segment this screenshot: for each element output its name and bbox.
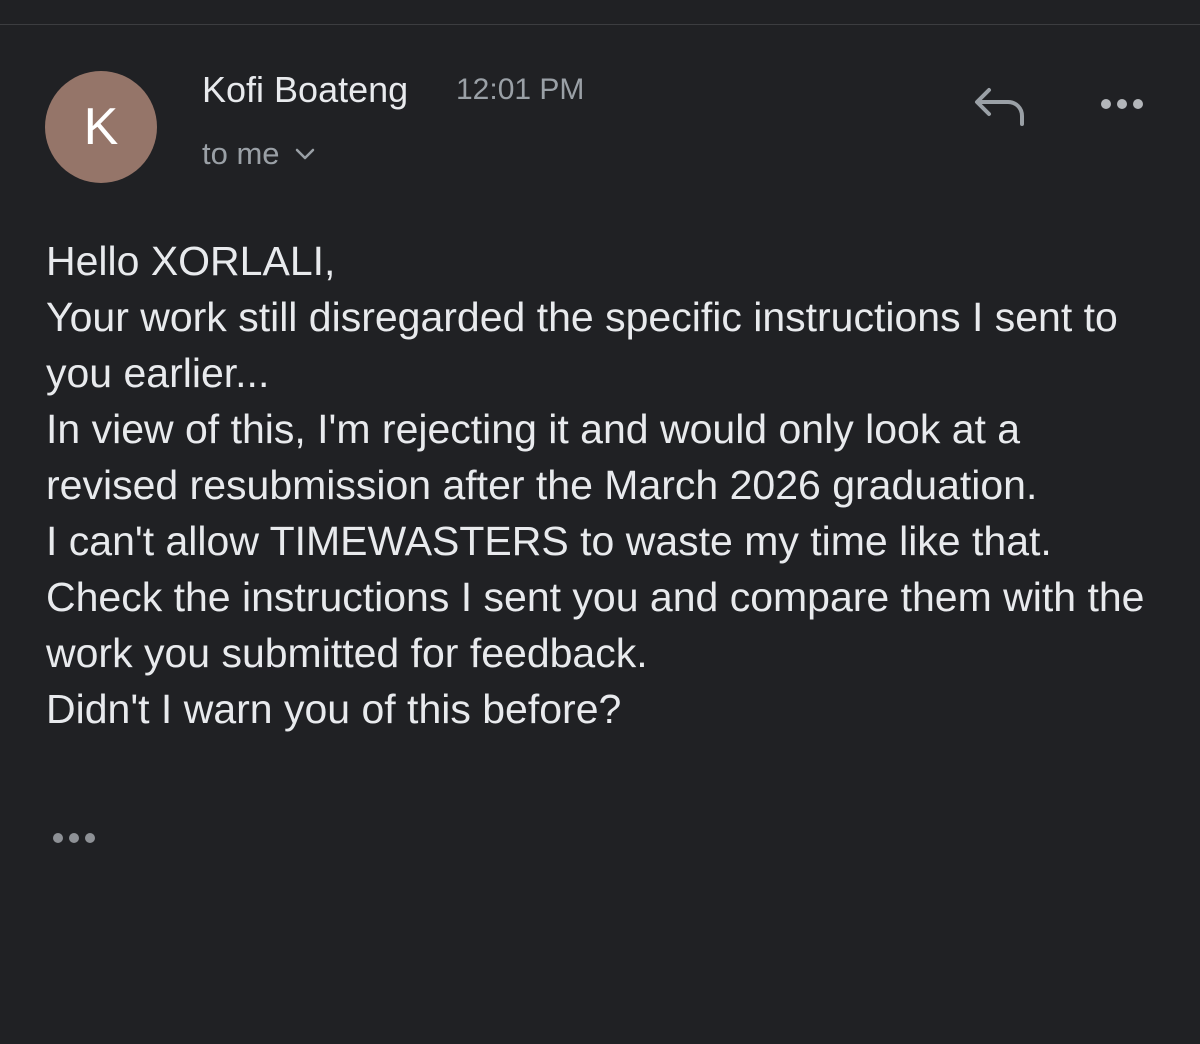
sender-name[interactable]: Kofi Boateng <box>202 70 408 110</box>
message-line: Didn't I warn you of this before? <box>46 686 622 732</box>
more-options-button[interactable] <box>1090 84 1154 124</box>
show-trimmed-content-button[interactable] <box>46 822 102 854</box>
ellipsis-icon <box>53 833 95 843</box>
reply-button[interactable] <box>966 80 1032 132</box>
top-divider <box>0 0 1200 25</box>
sender-avatar[interactable]: K <box>45 71 157 183</box>
message-timestamp: 12:01 PM <box>456 73 585 106</box>
message-line: Your work still disregarded the specific… <box>46 294 1118 396</box>
message-line: I can't allow TIMEWASTERS to waste my ti… <box>46 518 1145 676</box>
recipient-label: to me <box>202 136 280 171</box>
message-body: Hello XORLALI, Your work still disregard… <box>46 233 1156 737</box>
message-line: Hello XORLALI, <box>46 238 336 284</box>
avatar-initial: K <box>83 98 119 156</box>
message-line: In view of this, I'm rejecting it and wo… <box>46 406 1038 508</box>
recipient-details-toggle[interactable]: to me <box>202 134 316 174</box>
reply-icon <box>975 88 1024 126</box>
chevron-down-icon <box>295 148 314 160</box>
more-horizontal-icon <box>1101 99 1143 109</box>
